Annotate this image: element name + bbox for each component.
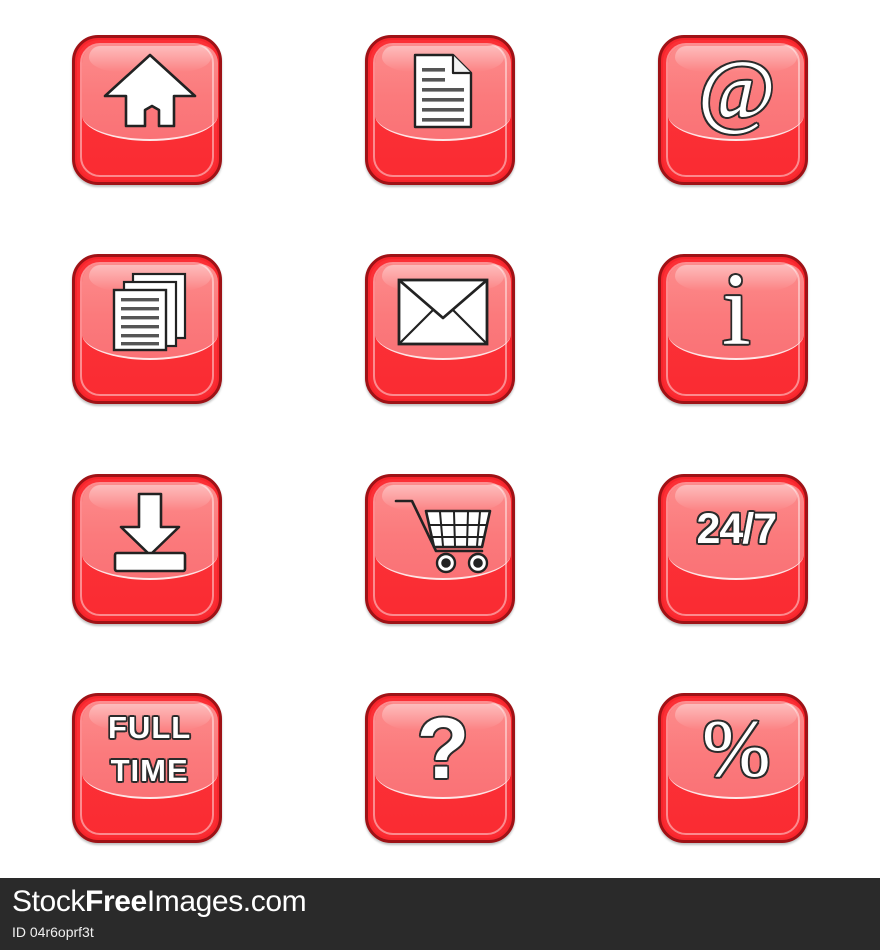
info-button[interactable]: i	[658, 254, 809, 405]
button-body	[76, 39, 217, 180]
grid-cell	[293, 0, 586, 220]
grid-cell: FULL TIME	[0, 659, 293, 879]
brand-text: StockFreeImages.com	[12, 884, 868, 920]
button-body	[76, 259, 217, 400]
grid-cell	[0, 220, 293, 440]
documents-button[interactable]	[71, 254, 222, 405]
full-time-button[interactable]: FULL TIME	[71, 693, 222, 844]
home-button[interactable]	[71, 34, 222, 185]
image-id-label: ID 04r6oprf3t	[12, 924, 94, 940]
grid-cell	[0, 439, 293, 659]
button-body	[369, 259, 510, 400]
grid-cell: %	[587, 659, 880, 879]
button-body	[663, 478, 804, 619]
document-button[interactable]	[364, 34, 515, 185]
brand-prefix: Stock	[12, 885, 86, 918]
button-body	[76, 478, 217, 619]
brand-suffix: Images.com	[146, 885, 307, 918]
button-body	[369, 698, 510, 839]
button-body	[76, 698, 217, 839]
watermark-footer: StockFreeImages.com ID 04r6oprf3t	[0, 878, 880, 950]
button-body	[663, 259, 804, 400]
grid-cell	[293, 220, 586, 440]
button-body	[369, 478, 510, 619]
download-button[interactable]	[71, 473, 222, 624]
grid-cell: i	[587, 220, 880, 440]
discount-button[interactable]: %	[658, 693, 809, 844]
grid-cell: 24/7	[587, 439, 880, 659]
mail-button[interactable]	[364, 254, 515, 405]
page-root: @ i 24/7 FULL TIME ? % StockFreeImages.c…	[0, 0, 880, 950]
button-body	[663, 698, 804, 839]
grid-cell: @	[587, 0, 880, 220]
cart-button[interactable]	[364, 473, 515, 624]
brand-bold: Free	[85, 885, 147, 918]
button-body	[369, 39, 510, 180]
grid-cell: ?	[293, 659, 586, 879]
grid-cell	[0, 0, 293, 220]
support-button[interactable]: 24/7	[658, 473, 809, 624]
icon-button-grid: @ i 24/7 FULL TIME ? %	[0, 0, 880, 878]
help-button[interactable]: ?	[364, 693, 515, 844]
button-body	[663, 39, 804, 180]
grid-cell	[293, 439, 586, 659]
email-button[interactable]: @	[658, 34, 809, 185]
